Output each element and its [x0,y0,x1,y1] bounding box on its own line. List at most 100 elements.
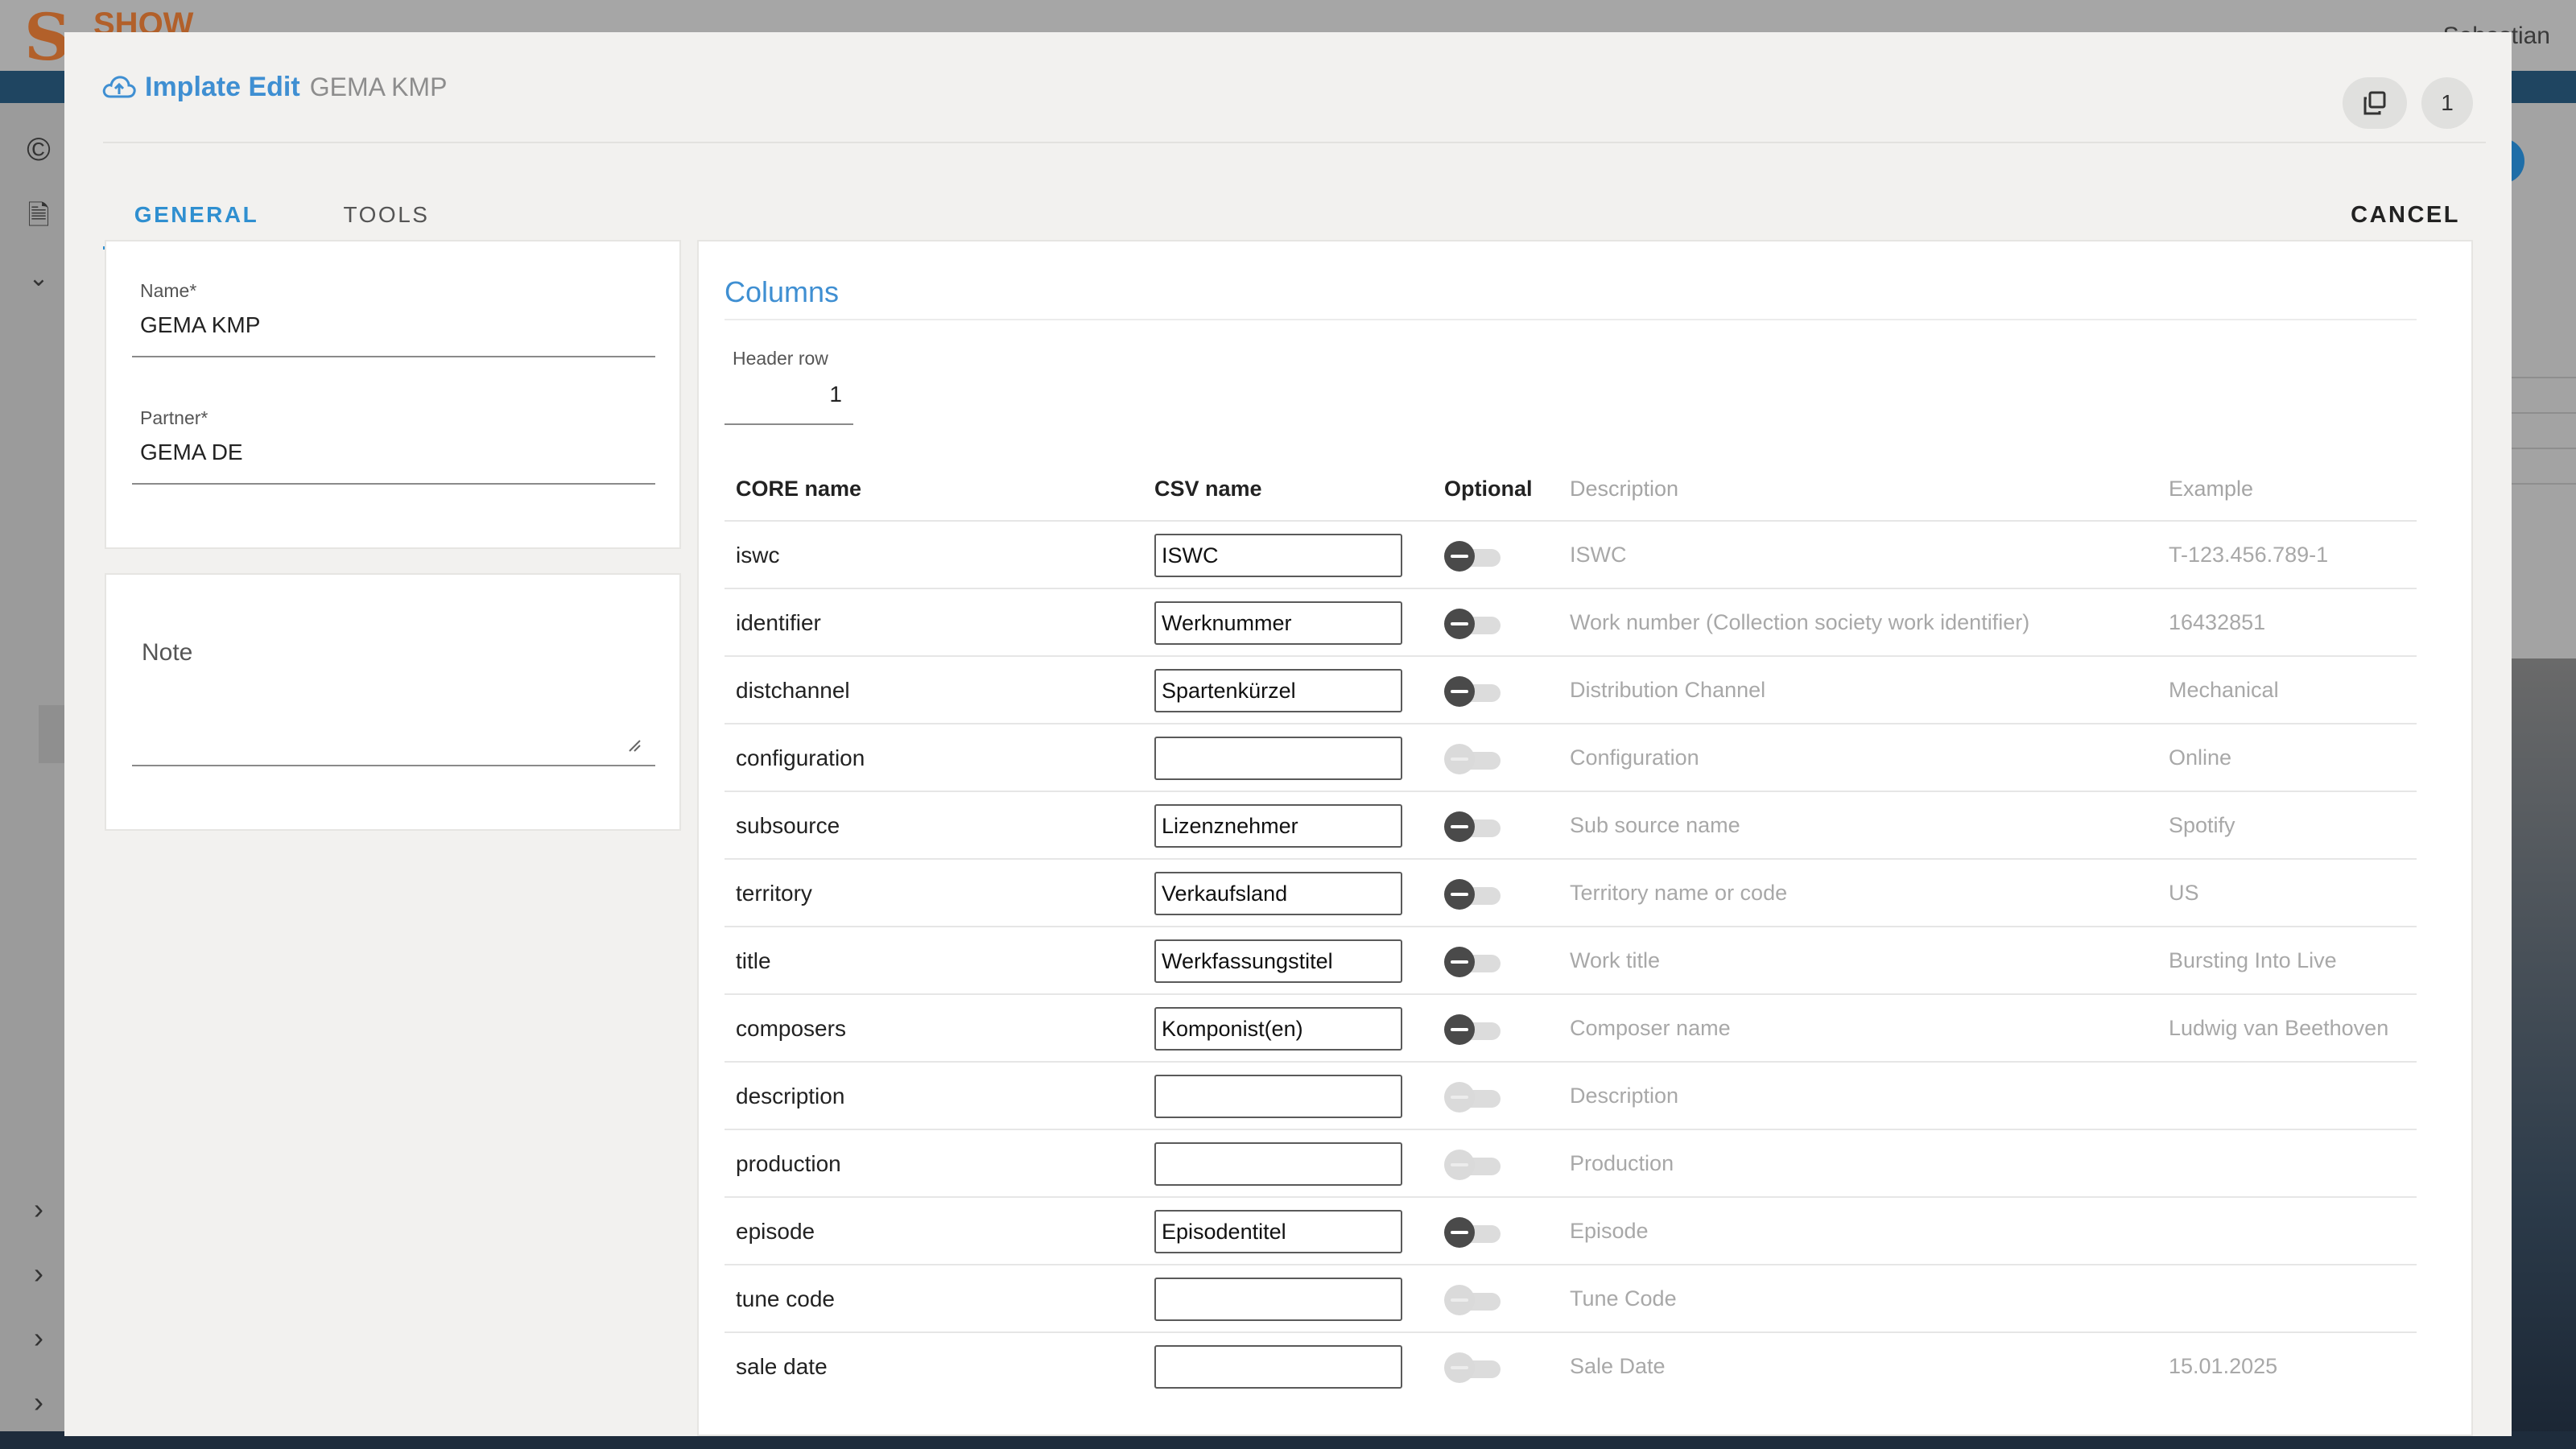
description-text: Production [1570,1151,1674,1175]
csv-name-input[interactable] [1154,1210,1402,1253]
csv-name-input[interactable] [1154,939,1402,983]
col-header-description: Description [1570,477,1679,501]
csv-name-input[interactable] [1154,1278,1402,1321]
chevron-right-icon[interactable]: › [19,1383,58,1422]
optional-toggle[interactable] [1444,1080,1505,1114]
example-text: Mechanical [2169,678,2279,702]
document-icon[interactable]: 🗎 [19,196,58,235]
example-text: 16432851 [2169,610,2266,634]
optional-toggle[interactable] [1444,1013,1505,1046]
table-row: configuration Configuration Online [724,723,2417,791]
core-name: title [736,948,771,973]
optional-toggle[interactable] [1444,1283,1505,1317]
csv-name-input[interactable] [1154,1007,1402,1051]
example-text: Bursting Into Live [2169,948,2337,972]
table-row: composers Composer name Ludwig van Beethov… [724,993,2417,1061]
col-header-optional: Optional [1444,477,1533,501]
description-text: Episode [1570,1219,1649,1243]
csv-name-input[interactable] [1154,1142,1402,1186]
description-text: Description [1570,1084,1679,1108]
minus-icon [1444,1150,1475,1180]
minus-icon [1444,811,1475,842]
header-divider [103,142,2486,143]
core-name: distchannel [736,678,850,703]
header-row-underline [724,423,853,425]
core-name: iswc [736,543,780,568]
header-row-label: Header row [733,348,828,369]
csv-name-input[interactable] [1154,872,1402,915]
optional-toggle[interactable] [1444,539,1505,573]
description-text: Territory name or code [1570,881,1788,905]
partner-input[interactable]: GEMA DE [140,440,243,465]
chevron-down-icon[interactable]: ⌄ [19,259,58,298]
chevron-right-icon[interactable]: › [19,1254,58,1293]
core-name: production [736,1151,841,1176]
partner-label: Partner* [140,407,208,428]
cloud-upload-icon [102,76,136,98]
optional-toggle[interactable] [1444,1351,1505,1385]
optional-toggle[interactable] [1444,1148,1505,1182]
columns-divider [724,319,2417,320]
description-text: Composer name [1570,1016,1731,1040]
description-text: Sale Date [1570,1354,1666,1378]
name-input[interactable]: GEMA KMP [140,312,260,338]
csv-name-input[interactable] [1154,534,1402,577]
core-name: description [736,1084,845,1108]
resize-handle-icon[interactable] [628,739,641,752]
minus-icon [1444,947,1475,977]
col-header-core: CORE name [736,477,862,501]
csv-name-input[interactable] [1154,601,1402,645]
optional-toggle[interactable] [1444,945,1505,979]
core-name: episode [736,1219,815,1244]
note-textarea[interactable]: Note [142,639,192,667]
col-header-csv: CSV name [1154,477,1262,501]
minus-icon [1444,1285,1475,1315]
copy-icon [2363,91,2386,115]
table-row: iswc ISWC T-123.456.789-1 [724,520,2417,588]
minus-icon [1444,1082,1475,1113]
chevron-right-icon[interactable]: › [19,1319,58,1357]
csv-name-input[interactable] [1154,804,1402,848]
dialog-title-sub: GEMA KMP [309,72,448,101]
table-row: title Work title Bursting Into Live [724,926,2417,993]
name-input-underline [132,356,655,357]
header-row-input[interactable]: 1 [724,382,845,407]
dialog-title: Implate Edit GEMA KMP [101,69,447,105]
description-text: Distribution Channel [1570,678,1766,702]
minus-icon [1444,541,1475,572]
example-text: Ludwig van Beethoven [2169,1016,2389,1040]
optional-toggle[interactable] [1444,675,1505,708]
csv-name-input[interactable] [1154,1345,1402,1389]
optional-toggle[interactable] [1444,1216,1505,1249]
table-row: identifier Work number (Collection societ… [724,588,2417,655]
duplicate-button[interactable] [2343,77,2407,129]
app-sidebar [0,103,64,1449]
csv-name-input[interactable] [1154,1075,1402,1118]
copyright-icon[interactable]: © [19,130,58,169]
core-name: configuration [736,745,865,770]
description-text: Sub source name [1570,813,1740,837]
cancel-button[interactable]: CANCEL [2351,182,2460,248]
csv-name-input[interactable] [1154,737,1402,780]
optional-toggle[interactable] [1444,877,1505,911]
table-row: subsource Sub source name Spotify [724,791,2417,858]
partner-input-underline [132,483,655,485]
optional-toggle[interactable] [1444,742,1505,776]
example-text: US [2169,881,2199,905]
edit-dialog: Implate Edit GEMA KMP 1 GENERAL TOOLS CA… [64,32,2512,1436]
count-badge-button[interactable]: 1 [2421,77,2473,129]
optional-toggle[interactable] [1444,607,1505,641]
example-text: Online [2169,745,2232,770]
note-card: Note [105,573,681,831]
table-row: tune code Tune Code [724,1264,2417,1331]
name-label: Name* [140,280,197,301]
sidebar-tile [39,705,64,763]
chevron-right-icon[interactable]: › [19,1190,58,1228]
optional-toggle[interactable] [1444,810,1505,844]
table-row: episode Episode [724,1196,2417,1264]
minus-icon [1444,1352,1475,1383]
minus-icon [1444,609,1475,639]
note-underline [132,765,655,766]
csv-name-input[interactable] [1154,669,1402,712]
example-text: T-123.456.789-1 [2169,543,2329,567]
